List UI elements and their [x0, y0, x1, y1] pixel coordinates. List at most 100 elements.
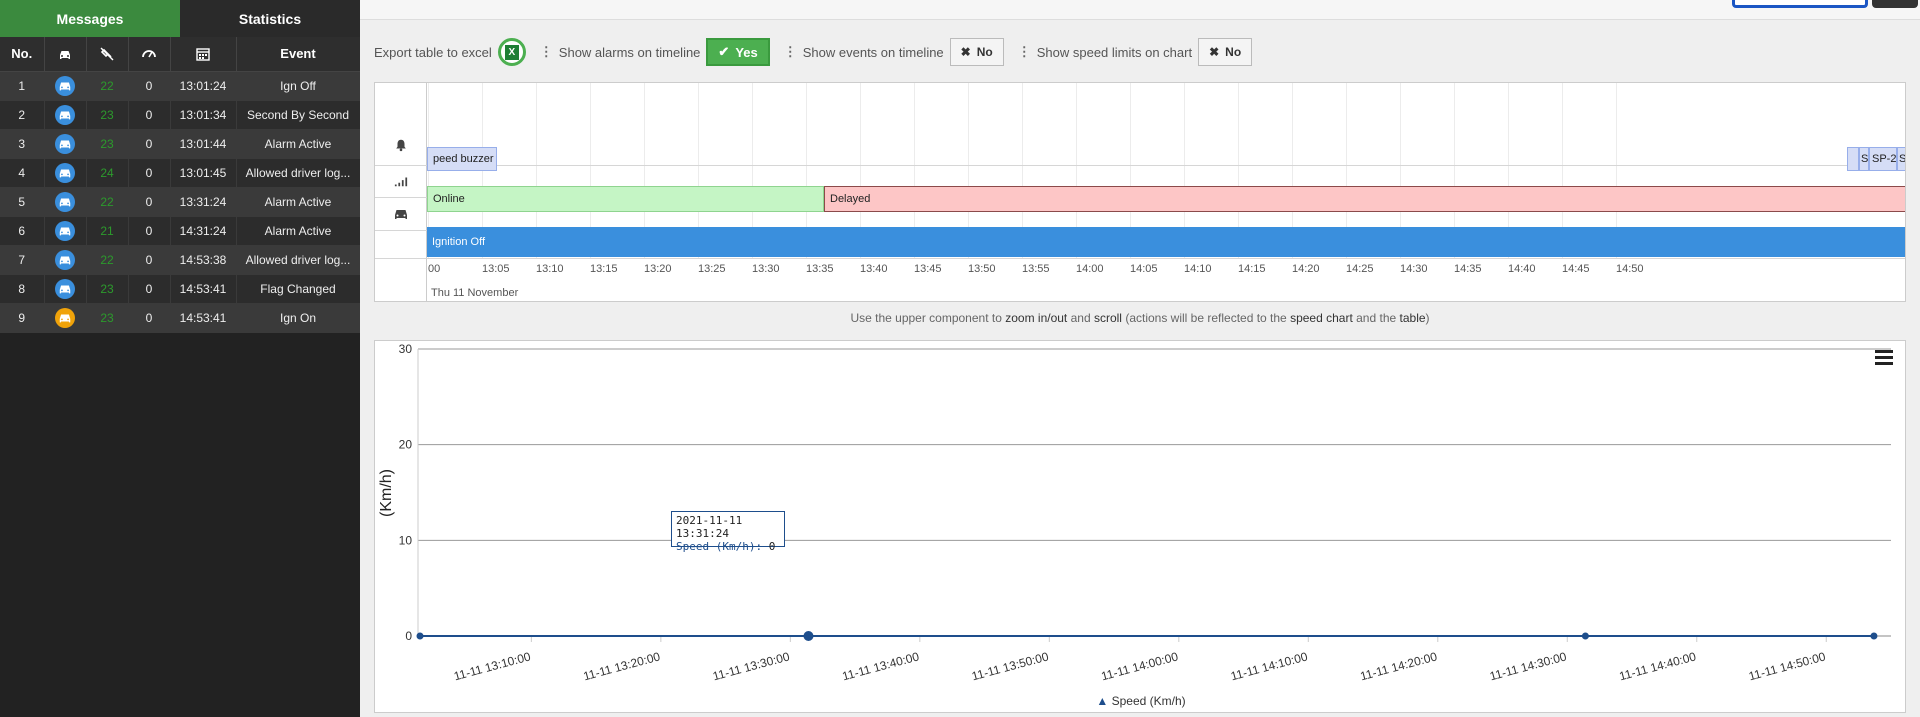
speed-limits-toggle-label: No — [1225, 45, 1242, 59]
drag-handle-icon: ⋮ — [783, 44, 797, 59]
top-button-partial[interactable] — [1732, 0, 1868, 8]
car-icon — [55, 220, 75, 241]
x-tick-label: 11-11 13:20:00 — [582, 649, 662, 683]
speed-limits-toggle-button[interactable]: ✖ No — [1198, 38, 1253, 66]
speed-data-point — [803, 631, 814, 641]
speed-data-point — [1581, 632, 1589, 640]
row-vehicle-cell — [44, 158, 87, 188]
timeline-tick-label: 14:05 — [1130, 263, 1158, 275]
satellite-off-icon[interactable] — [86, 37, 129, 72]
timeline-ignition-off[interactable]: Ignition Off — [427, 227, 1905, 257]
row-satellites: 21 — [86, 216, 129, 246]
row-vehicle-cell — [44, 100, 87, 130]
alarms-toggle-label: Yes — [735, 44, 758, 60]
toolbar: Export table to excel X ⋮ Show alarms on… — [374, 37, 1253, 67]
table-row[interactable]: 4 24 0 13:01:45 Allowed driver log... — [0, 158, 361, 188]
export-excel-button[interactable]: X — [497, 38, 526, 66]
timeline-status-delayed[interactable]: Delayed — [824, 186, 1905, 212]
car-icon[interactable] — [44, 37, 87, 72]
speed-data-point — [1870, 632, 1878, 640]
events-toggle-button[interactable]: ✖ No — [949, 38, 1004, 66]
x-tick-label: 11-11 14:30:00 — [1488, 649, 1568, 683]
table-row[interactable]: 9 23 0 14:53:41 Ign On — [0, 303, 361, 333]
main-panel: Export table to excel X ⋮ Show alarms on… — [360, 0, 1920, 717]
x-tick-label: 11-11 14:10:00 — [1229, 649, 1309, 683]
row-speed: 0 — [128, 245, 171, 275]
timeline-date: Thu 11 November — [431, 287, 519, 299]
menu-icon[interactable] — [1875, 350, 1893, 365]
y-tick-label: 30 — [399, 342, 413, 356]
row-speed: 0 — [128, 100, 171, 130]
table-row[interactable]: 7 22 0 14:53:38 Allowed driver log... — [0, 245, 361, 275]
drag-handle-icon: ⋮ — [539, 44, 553, 59]
row-vehicle-cell — [44, 216, 87, 246]
x-tick-label: 11-11 13:50:00 — [970, 649, 1050, 683]
row-number: 9 — [0, 303, 45, 333]
row-satellites: 22 — [86, 245, 129, 275]
close-icon: ✖ — [1209, 45, 1220, 59]
timeline-tick-label: 00 — [428, 263, 441, 275]
tab-statistics[interactable]: Statistics — [180, 0, 360, 37]
row-time: 13:01:34 — [170, 100, 237, 130]
row-time: 14:53:41 — [170, 274, 237, 304]
table-row[interactable]: 2 23 0 13:01:34 Second By Second — [0, 100, 361, 130]
car-icon — [55, 278, 75, 299]
legend-label: Speed (Km/h) — [1111, 694, 1186, 708]
row-number: 1 — [0, 71, 45, 101]
alarms-toggle-button[interactable]: ✔ Yes — [706, 38, 770, 66]
row-vehicle-cell — [44, 187, 87, 217]
hint-speed-chart: speed chart — [1290, 311, 1353, 325]
table-row[interactable]: 3 23 0 13:01:44 Alarm Active — [0, 129, 361, 159]
tab-messages[interactable]: Messages — [0, 0, 180, 37]
row-time: 14:53:41 — [170, 303, 237, 333]
row-time: 14:53:38 — [170, 245, 237, 275]
top-strip — [360, 0, 1920, 20]
row-number: 5 — [0, 187, 45, 217]
timeline-alarm-item[interactable]: S — [1897, 147, 1905, 171]
col-header-no[interactable]: No. — [0, 37, 45, 72]
y-tick-label: 20 — [399, 438, 413, 452]
row-event: Second By Second — [236, 100, 361, 130]
speedometer-icon[interactable] — [128, 37, 171, 72]
timeline-tick-label: 13:45 — [914, 263, 942, 275]
col-header-event[interactable]: Event — [236, 37, 361, 72]
messages-panel: Messages Statistics No. Event 1 22 0 13:… — [0, 0, 361, 717]
row-vehicle-cell — [44, 71, 87, 101]
row-time: 13:01:44 — [170, 129, 237, 159]
row-number: 6 — [0, 216, 45, 246]
row-event: Ign Off — [236, 71, 361, 101]
row-speed: 0 — [128, 158, 171, 188]
row-satellites: 23 — [86, 100, 129, 130]
row-event: Alarm Active — [236, 216, 361, 246]
table-row[interactable]: 5 22 0 13:31:24 Alarm Active — [0, 187, 361, 217]
tooltip-series: Speed (Km/h): — [676, 540, 763, 553]
timeline-alarm-item[interactable]: peed buzzer — [427, 147, 497, 171]
table-row[interactable]: 8 23 0 14:53:41 Flag Changed — [0, 274, 361, 304]
car-icon — [55, 191, 75, 212]
speed-limits-label: Show speed limits on chart — [1036, 44, 1193, 60]
top-button-dark[interactable] — [1872, 0, 1918, 8]
timeline-status-online[interactable]: Online — [427, 186, 824, 212]
row-time: 13:01:45 — [170, 158, 237, 188]
table-row[interactable]: 1 22 0 13:01:24 Ign Off — [0, 71, 361, 101]
excel-icon: X — [504, 44, 519, 60]
hint-table: table — [1399, 311, 1426, 325]
row-satellites: 22 — [86, 187, 129, 217]
car-icon — [55, 133, 75, 154]
timeline-hint: Use the upper component to zoom in/out a… — [360, 311, 1920, 325]
table-row[interactable]: 6 21 0 14:31:24 Alarm Active — [0, 216, 361, 246]
chart-legend[interactable]: ▲ Speed (Km/h) — [375, 694, 1907, 708]
row-time: 14:31:24 — [170, 216, 237, 246]
export-label: Export table to excel — [374, 44, 492, 60]
chart-tooltip: 2021-11-11 13:31:24 Speed (Km/h): 0 — [671, 511, 785, 553]
row-vehicle-cell — [44, 129, 87, 159]
timeline[interactable]: peed buzzer S SP-2 S Online Delayed Igni… — [374, 82, 1906, 302]
x-tick-label: 11-11 13:10:00 — [452, 649, 532, 683]
timeline-alarm-item[interactable]: S — [1859, 147, 1869, 171]
y-tick-label: 0 — [405, 629, 412, 643]
speed-chart[interactable]: 0 10 20 30 (Km/h) 11-11 13:10:00 11-11 13:20:0… — [374, 340, 1906, 713]
row-satellites: 22 — [86, 71, 129, 101]
calendar-icon[interactable] — [170, 37, 237, 72]
timeline-alarm-item[interactable]: SP-2 — [1869, 147, 1897, 171]
timeline-alarm-item[interactable] — [1847, 147, 1859, 171]
